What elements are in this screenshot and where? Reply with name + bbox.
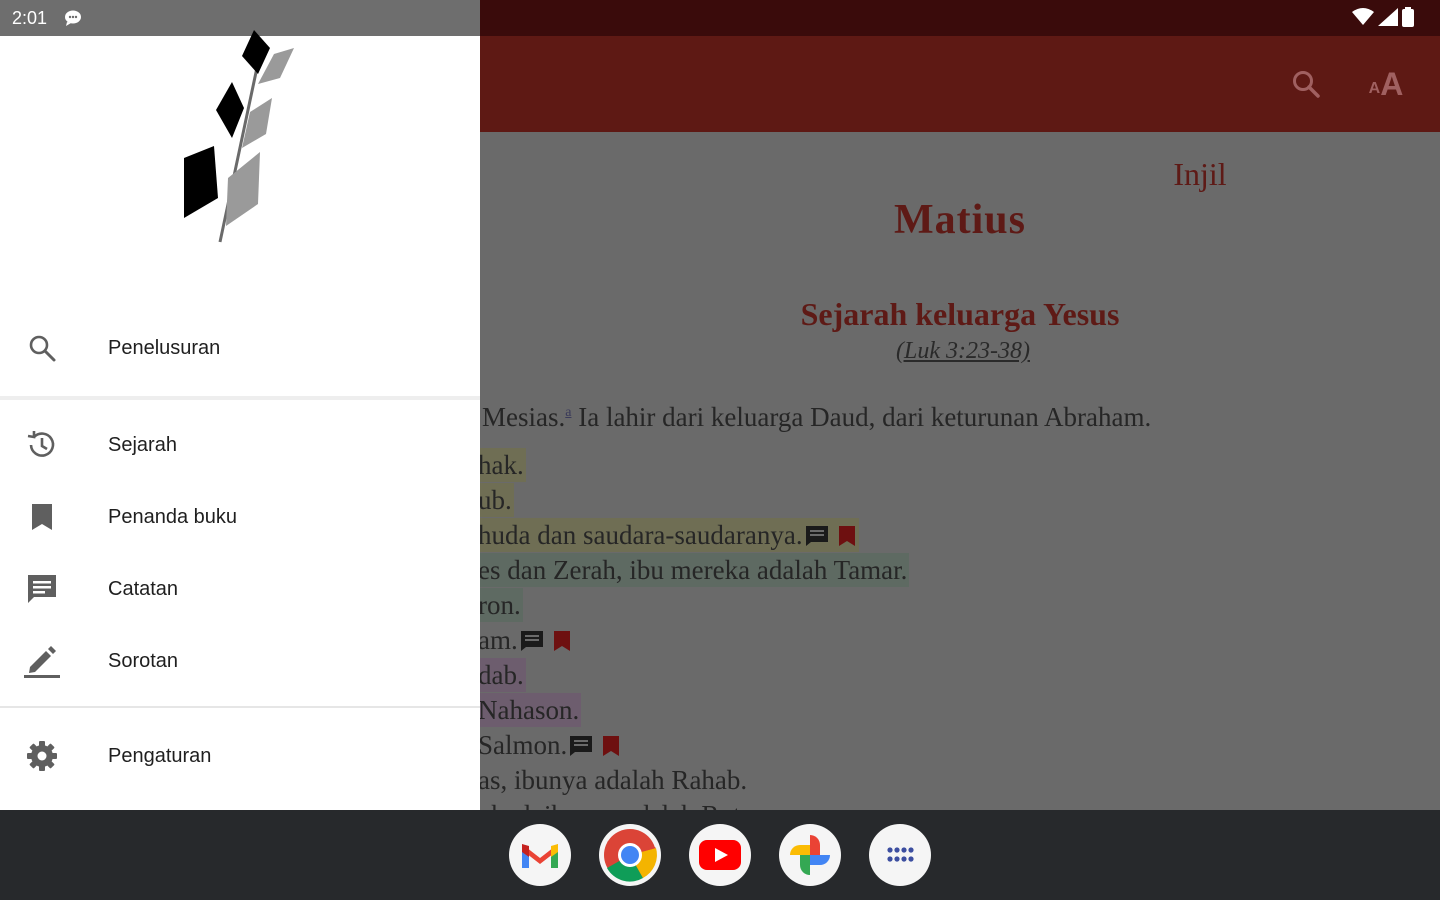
search-icon bbox=[1293, 71, 1320, 98]
verse-intro-before: Mesias. bbox=[482, 402, 566, 432]
verse-line[interactable]: dab. bbox=[480, 658, 526, 692]
verse-line[interactable]: hak. bbox=[480, 448, 526, 482]
note-icon bbox=[24, 571, 60, 607]
bookmark-icon bbox=[24, 499, 60, 535]
verse-text: hak. bbox=[480, 450, 524, 480]
app-logo bbox=[184, 30, 294, 243]
verse-text: obed, ibunya adalah Rut. bbox=[480, 800, 747, 810]
drawer-item-settings[interactable]: Pengaturan bbox=[0, 720, 480, 792]
search-button[interactable] bbox=[1286, 64, 1326, 104]
app-bar: A A bbox=[480, 36, 1440, 132]
drawer-item-bookmarks[interactable]: Penanda buku bbox=[0, 481, 480, 553]
reader-content[interactable]: Injil Matius Sejarah keluarga Yesus (Luk… bbox=[480, 132, 1440, 810]
drawer-item-label: Sorotan bbox=[108, 649, 179, 672]
verse-text: ub. bbox=[480, 485, 512, 515]
message-notification-icon bbox=[65, 10, 81, 26]
drawer-item-label: Catatan bbox=[108, 577, 179, 600]
drawer-item-highlights[interactable]: Sorotan bbox=[0, 625, 480, 697]
status-icons bbox=[1352, 7, 1414, 27]
verse-intro-after: Ia lahir dari keluarga Daud, dari keturu… bbox=[571, 402, 1152, 432]
section-heading: Sejarah keluarga Yesus bbox=[800, 296, 1120, 332]
photos-icon bbox=[790, 835, 830, 875]
font-size-button[interactable]: A A bbox=[1366, 64, 1406, 104]
taskbar bbox=[0, 810, 1440, 900]
verse-text: ron. bbox=[480, 590, 521, 620]
drawer-item-label: Penanda buku bbox=[108, 505, 238, 528]
app-drawer-icon bbox=[887, 847, 914, 862]
verse-text: as, ibunya adalah Rahab. bbox=[480, 765, 748, 795]
drawer-item-search[interactable]: Penelusuran bbox=[0, 312, 480, 384]
gear-icon bbox=[24, 738, 60, 774]
wifi-icon bbox=[1352, 8, 1374, 25]
youtube-icon bbox=[699, 840, 741, 870]
verse-line[interactable]: ron. bbox=[480, 588, 523, 622]
bookmark-marker-icon[interactable] bbox=[601, 734, 621, 758]
navigation-drawer: Penelusuran Sejarah Penanda buku Catatan… bbox=[0, 30, 480, 810]
photos-app[interactable] bbox=[779, 824, 841, 886]
bookmark-marker-icon[interactable] bbox=[837, 524, 857, 548]
verse-text: es dan Zerah, ibu mereka adalah Tamar. bbox=[480, 555, 908, 585]
status-time: 2:01 bbox=[12, 8, 48, 28]
verse-text: Salmon. bbox=[480, 730, 568, 760]
verse-line[interactable]: ub. bbox=[480, 483, 514, 517]
book-name: Matius bbox=[894, 197, 1026, 243]
verse-line[interactable]: es dan Zerah, ibu mereka adalah Tamar. bbox=[480, 553, 910, 587]
note-marker-icon[interactable] bbox=[569, 735, 593, 757]
verse-text: Nahason. bbox=[480, 695, 580, 725]
verse-line[interactable]: Nahason. bbox=[480, 693, 582, 727]
drawer-item-label: Penelusuran bbox=[108, 336, 221, 359]
book-prefix: Injil bbox=[1173, 156, 1227, 192]
app-drawer-button[interactable] bbox=[869, 824, 931, 886]
highlight-pen-icon bbox=[24, 643, 60, 679]
font-size-icon: A bbox=[1368, 80, 1381, 97]
drawer-item-label: Pengaturan bbox=[108, 744, 212, 767]
verse-text: huda dan saudara-saudaranya. bbox=[480, 520, 803, 550]
bookmark-marker-icon[interactable] bbox=[552, 629, 572, 653]
note-marker-icon[interactable] bbox=[805, 525, 829, 547]
section-reference-link[interactable]: (Luk 3:23-38) bbox=[720, 338, 1206, 365]
history-icon bbox=[24, 427, 60, 463]
battery-icon bbox=[1402, 7, 1414, 27]
divider bbox=[0, 706, 480, 708]
gmail-app[interactable] bbox=[509, 824, 571, 886]
drawer-item-label: Sejarah bbox=[108, 433, 177, 456]
divider bbox=[0, 396, 480, 400]
verse-line[interactable]: huda dan saudara-saudaranya. bbox=[480, 518, 859, 552]
verse-line[interactable]: Salmon. bbox=[480, 728, 623, 762]
verse-line[interactable]: am. bbox=[480, 623, 574, 657]
verse-line[interactable]: obed, ibunya adalah Rut. bbox=[480, 798, 749, 810]
youtube-app[interactable] bbox=[689, 824, 751, 886]
chrome-icon bbox=[604, 829, 657, 882]
note-marker-icon[interactable] bbox=[520, 630, 544, 652]
drawer-item-notes[interactable]: Catatan bbox=[0, 553, 480, 625]
font-size-icon-large: A bbox=[1380, 65, 1404, 102]
verse-text: am. bbox=[480, 625, 518, 655]
drawer-item-history[interactable]: Sejarah bbox=[0, 409, 480, 481]
verse-intro: Mesias.a Ia lahir dari keluarga Daud, da… bbox=[480, 396, 1153, 434]
verse-text: dab. bbox=[480, 660, 524, 690]
signal-icon bbox=[1378, 8, 1398, 26]
chrome-app[interactable] bbox=[599, 824, 661, 886]
search-icon bbox=[24, 330, 60, 366]
gmail-icon bbox=[522, 844, 558, 868]
verse-line[interactable]: as, ibunya adalah Rahab. bbox=[480, 763, 749, 797]
